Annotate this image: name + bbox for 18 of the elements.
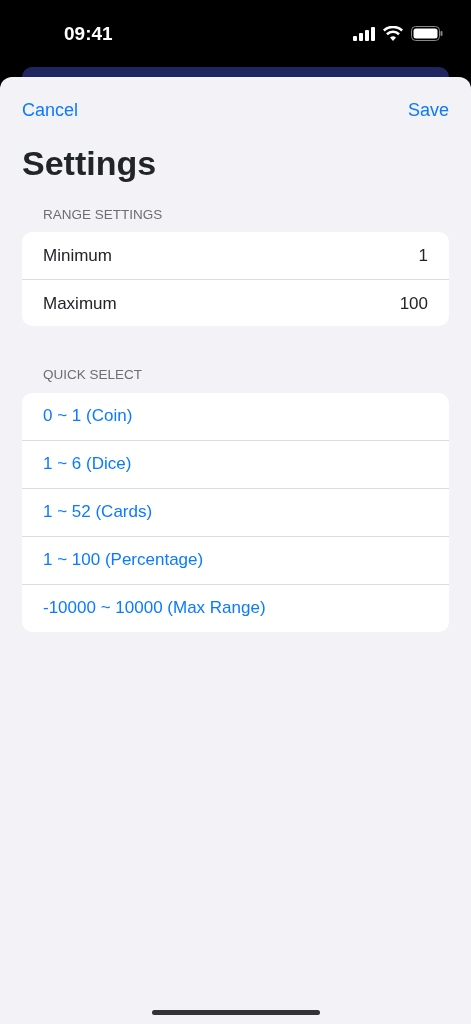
quick-select-option[interactable]: 1 ~ 6 (Dice) (22, 440, 449, 488)
save-button[interactable]: Save (407, 97, 449, 124)
signal-icon (353, 26, 375, 41)
quick-select-option[interactable]: 1 ~ 52 (Cards) (22, 488, 449, 536)
page-title: Settings (22, 143, 158, 184)
section-header: QUICK SELECT (42, 366, 143, 385)
section-header: RANGE SETTINGS (42, 206, 163, 224)
value-field[interactable]: 1 (418, 243, 428, 269)
quick-select-option[interactable]: 1 ~ 100 (Percentage) (22, 536, 449, 584)
wifi-icon (383, 26, 403, 41)
status-time: 09:41 (64, 22, 113, 47)
battery-icon (411, 26, 443, 41)
quick-select-option[interactable]: 0 ~ 1 (Coin) (22, 392, 449, 440)
value-field[interactable]: 100 (399, 290, 428, 316)
cancel-button[interactable]: Cancel (22, 97, 79, 124)
quick-select-option[interactable]: -10000 ~ 10000 (Max Range) (22, 584, 449, 632)
row-label: Minimum (43, 245, 112, 267)
row-label: Maximum (43, 292, 117, 315)
